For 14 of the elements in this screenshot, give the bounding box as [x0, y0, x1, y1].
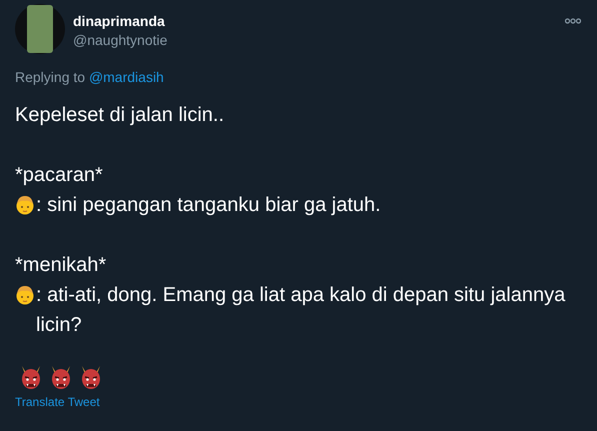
tweet-text: *pacaran*	[15, 164, 103, 186]
translate-link[interactable]: Translate Tweet	[15, 394, 100, 410]
author-handle[interactable]: @naughtynotie	[73, 30, 168, 50]
author-name[interactable]: dinaprimanda	[73, 12, 168, 30]
boy-face-icon	[15, 284, 35, 306]
tweet-text: Kepeleset di jalan licin..	[15, 104, 224, 126]
more-icon[interactable]	[565, 18, 581, 24]
avatar-photo[interactable]	[15, 4, 65, 54]
tweet-text: *menikah*	[15, 254, 106, 276]
mention-link[interactable]: @mardiasih	[88, 69, 164, 85]
tweet-text: : sini pegangan tanganku biar ga jatuh.	[36, 193, 381, 218]
boy-face-icon	[15, 194, 35, 216]
replying-label: Replying to	[15, 69, 86, 85]
tweet-text: : ati-ati, dong. Emang ga liat apa kalo di depan situ jalannya licin?	[36, 283, 566, 338]
